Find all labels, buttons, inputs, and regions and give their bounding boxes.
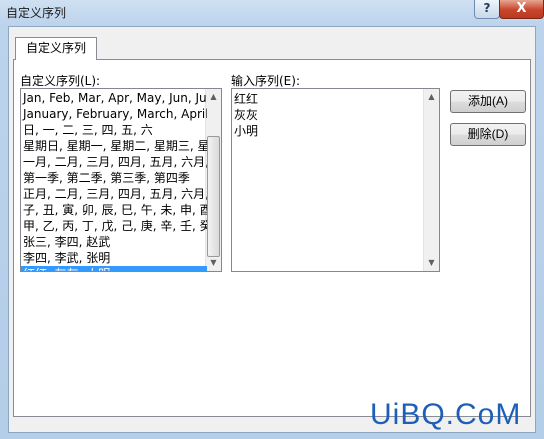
list-item[interactable]: 第一季, 第二季, 第三季, 第四季 <box>21 170 207 186</box>
list-item[interactable]: 子, 丑, 寅, 卯, 辰, 巳, 午, 未, 申, 酉 <box>21 202 207 218</box>
list-item[interactable]: 正月, 二月, 三月, 四月, 五月, 六月, <box>21 186 207 202</box>
input-list-line: 灰灰 <box>234 108 259 122</box>
close-button[interactable]: X <box>499 0 544 19</box>
list-item[interactable]: 星期日, 星期一, 星期二, 星期三, 星 <box>21 138 207 154</box>
input-list-textarea[interactable]: ▲ ▼ 红红灰灰小明 <box>231 88 440 272</box>
custom-lists-listbox[interactable]: ▲ ▼ Jan, Feb, Mar, Apr, May, Jun, Ju Janu… <box>20 88 222 272</box>
scroll-thumb[interactable] <box>207 136 220 257</box>
list-item[interactable]: 一月, 二月, 三月, 四月, 五月, 六月, <box>21 154 207 170</box>
input-list-label: 输入序列(E): <box>231 74 300 88</box>
input-list-line: 红红 <box>234 92 259 106</box>
scroll-up-icon[interactable]: ▲ <box>206 89 221 105</box>
tab-custom-lists[interactable]: 自定义序列 <box>15 37 97 60</box>
tab-panel: 自定义序列(L): ▲ ▼ Jan, Feb, Mar, Apr, May, J… <box>13 59 531 417</box>
list-item[interactable]: 李四, 李武, 张明 <box>21 250 207 266</box>
list-item[interactable]: 张三, 李四, 赵武 <box>21 234 207 250</box>
custom-lists-label: 自定义序列(L): <box>20 74 101 88</box>
dialog-body: 自定义序列 自定义序列(L): ▲ ▼ Jan, Feb, Mar, Apr, … <box>8 26 536 433</box>
delete-button[interactable]: 删除(D) <box>450 123 526 146</box>
window-title: 自定义序列 <box>6 6 67 20</box>
dialog-window: 自定义序列 ? X 自定义序列 自定义序列(L): ▲ ▼ Jan, Feb, … <box>0 0 544 439</box>
scroll-up-icon[interactable]: ▲ <box>424 89 439 105</box>
custom-lists-scrollbar[interactable]: ▲ ▼ <box>205 89 221 271</box>
list-item[interactable]: 甲, 乙, 丙, 丁, 戊, 己, 庚, 辛, 壬, 癸 <box>21 218 207 234</box>
watermark-logo: UiBQ.CoM <box>370 398 522 431</box>
input-list-scrollbar[interactable]: ▲ ▼ <box>423 89 439 271</box>
input-list-line: 小明 <box>234 124 259 138</box>
list-item[interactable]: Jan, Feb, Mar, Apr, May, Jun, Ju <box>21 90 207 106</box>
list-item[interactable]: 红红, 灰灰, 小明 <box>21 266 207 271</box>
add-button[interactable]: 添加(A) <box>450 90 526 113</box>
scroll-down-icon[interactable]: ▼ <box>206 255 221 271</box>
list-item[interactable]: 日, 一, 二, 三, 四, 五, 六 <box>21 122 207 138</box>
list-item[interactable]: January, February, March, April, <box>21 106 207 122</box>
scroll-down-icon[interactable]: ▼ <box>424 255 439 271</box>
title-bar[interactable]: 自定义序列 ? X <box>0 0 544 26</box>
help-button[interactable]: ? <box>474 0 500 19</box>
